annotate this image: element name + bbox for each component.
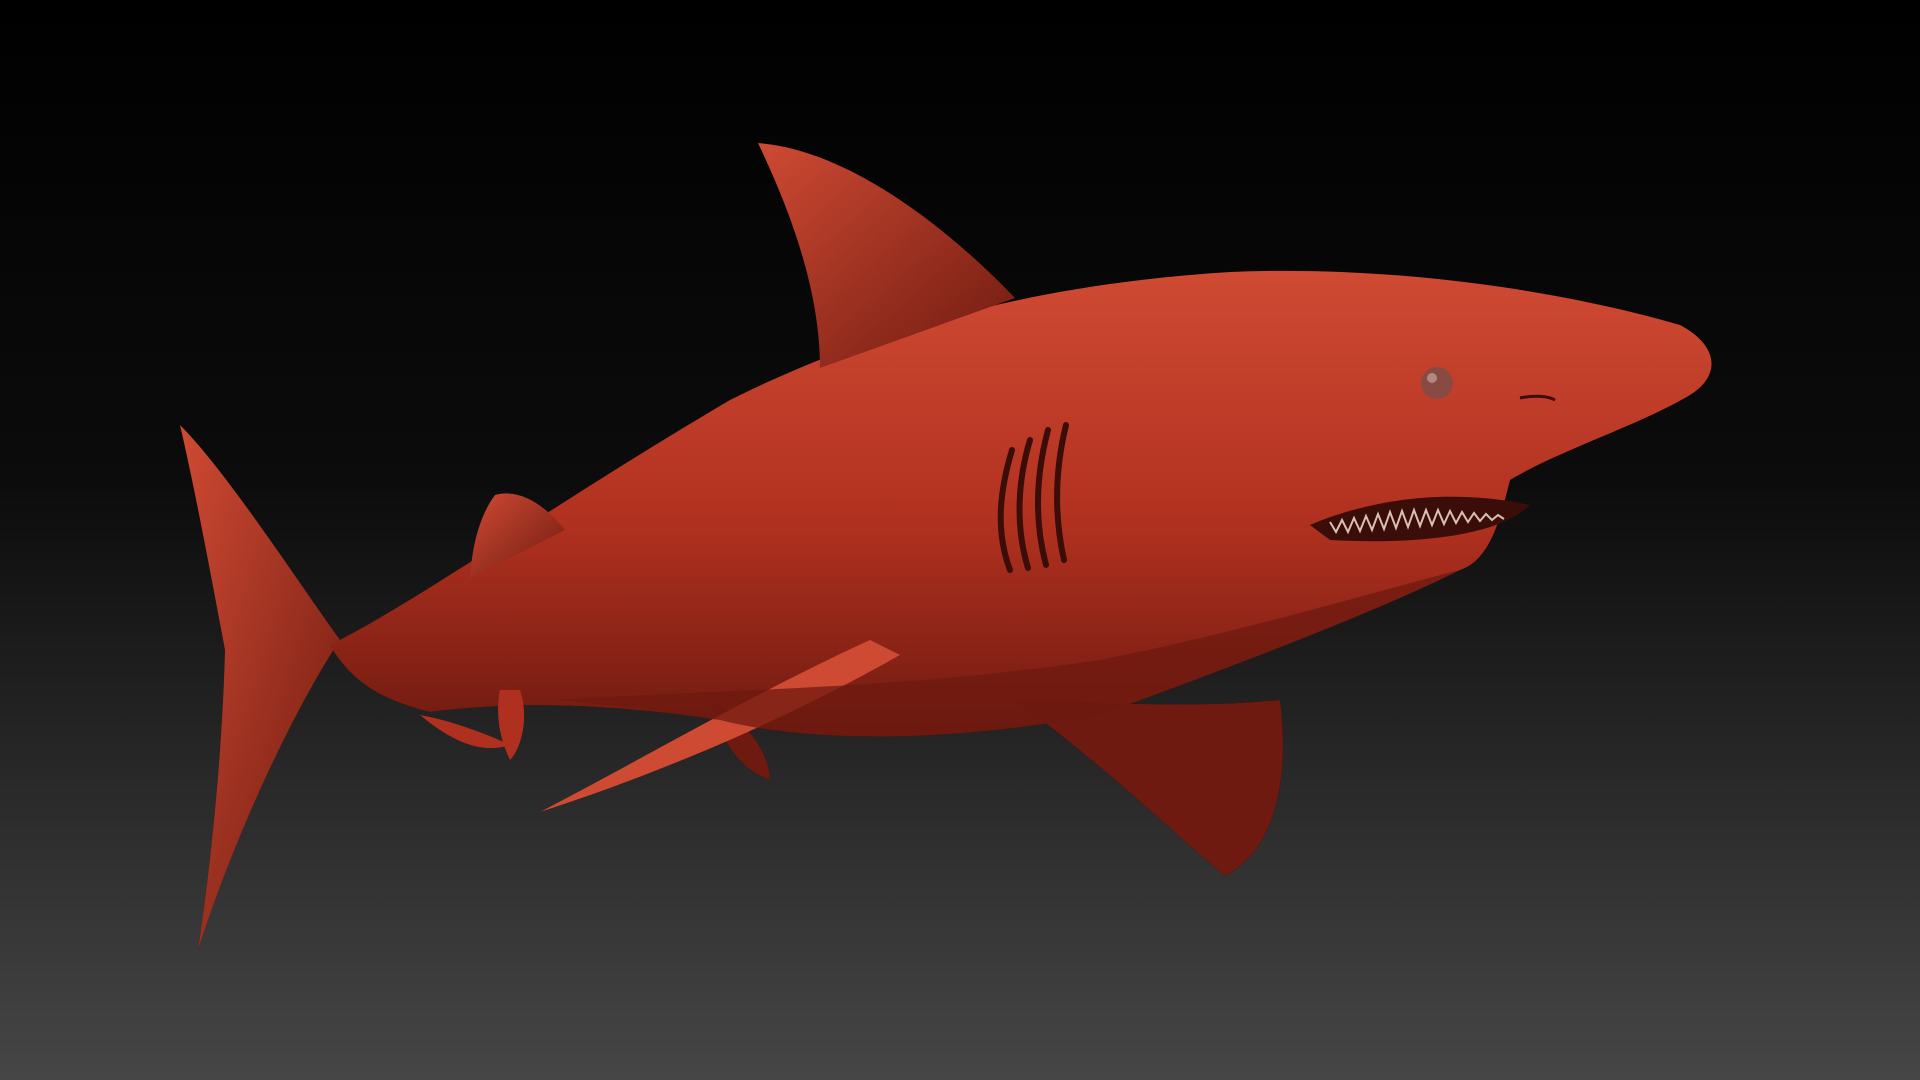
3d-viewport[interactable] <box>0 0 1920 1080</box>
shark-model[interactable] <box>0 0 1920 1080</box>
eye-highlight <box>1427 373 1437 383</box>
shark-eye <box>1421 367 1453 399</box>
